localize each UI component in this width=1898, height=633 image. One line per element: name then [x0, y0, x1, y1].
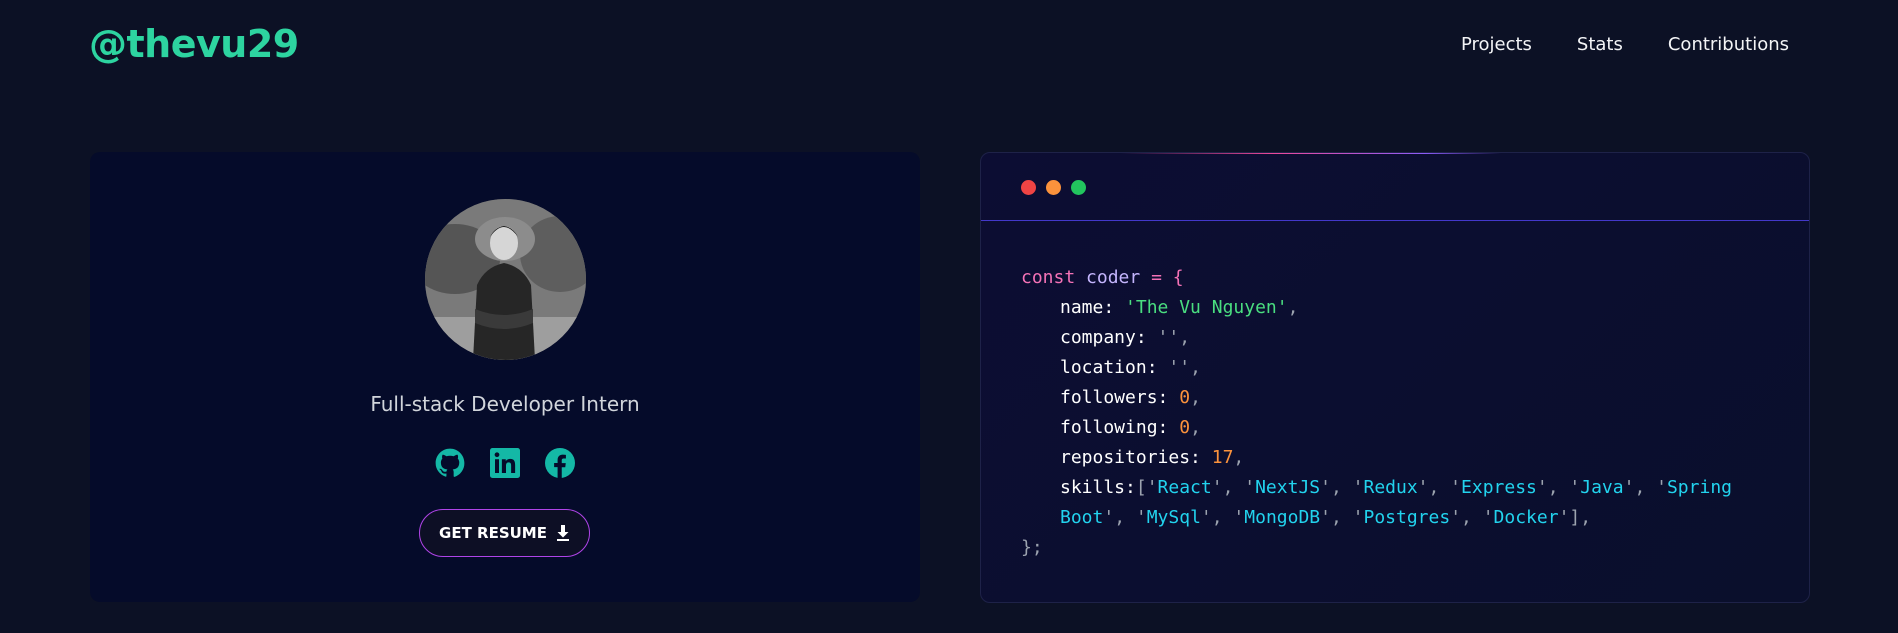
skill-item: Express [1461, 477, 1537, 498]
code-line-following: following: 0, [1060, 417, 1201, 438]
code-line-followers: followers: 0, [1060, 387, 1201, 408]
nav-stats[interactable]: Stats [1577, 34, 1623, 55]
code-line-skills: skills:['React', 'NextJS', 'Redux', 'Exp… [1060, 477, 1732, 528]
code-value-followers: 0 [1179, 387, 1191, 408]
header: @thevu29 Projects Stats Contributions [0, 0, 1898, 92]
code-key-followers: followers: [1060, 387, 1169, 408]
skill-item: MySql [1146, 507, 1201, 528]
skill-item: NextJS [1255, 477, 1321, 498]
code-line-location: location: '', [1060, 357, 1201, 378]
code-key-name: name: [1060, 297, 1115, 318]
code-close: }; [1021, 537, 1043, 558]
profile-card: Full-stack Developer Intern GET RESUME [90, 152, 920, 602]
social-links [90, 448, 920, 478]
site-logo[interactable]: @thevu29 [89, 22, 299, 66]
github-icon [435, 448, 465, 477]
resume-label: GET RESUME [439, 524, 547, 542]
nav-contributions[interactable]: Contributions [1668, 34, 1789, 55]
code-key-repositories: repositories: [1060, 447, 1201, 468]
main-nav: Projects Stats Contributions [1461, 34, 1789, 55]
linkedin-icon [490, 448, 520, 478]
code-line-company: company: '', [1060, 327, 1191, 348]
code-window: const coder = { name: 'The Vu Nguyen', c… [980, 152, 1810, 603]
code-block: const coder = { name: 'The Vu Nguyen', c… [1021, 263, 1781, 563]
download-icon [556, 525, 569, 541]
skill-item: Docker [1493, 507, 1559, 528]
code-value-repositories: 17 [1211, 447, 1234, 468]
role-title: Full-stack Developer Intern [370, 392, 640, 416]
code-line-repositories: repositories: 17, [1060, 447, 1245, 468]
code-value-company: '' [1157, 327, 1180, 348]
code-key-location: location: [1060, 357, 1158, 378]
code-window-accent-line [1121, 153, 1501, 154]
minimize-dot-icon [1046, 180, 1061, 195]
avatar-photo [425, 199, 586, 360]
code-keyword: const [1021, 267, 1076, 288]
facebook-link[interactable] [545, 448, 575, 478]
skill-item: Java [1580, 477, 1624, 498]
code-key-following: following: [1060, 417, 1169, 438]
facebook-icon [545, 448, 575, 478]
nav-projects[interactable]: Projects [1461, 34, 1532, 55]
code-variable: coder [1086, 267, 1141, 288]
linkedin-link[interactable] [490, 448, 520, 478]
skill-item: React [1157, 477, 1212, 498]
code-line-name: name: 'The Vu Nguyen', [1060, 297, 1299, 318]
code-key-skills: skills: [1060, 477, 1136, 498]
code-value-following: 0 [1179, 417, 1191, 438]
skill-item: Postgres [1363, 507, 1451, 528]
avatar [425, 199, 586, 360]
code-value-location: '' [1168, 357, 1191, 378]
code-window-titlebar [981, 153, 1809, 221]
skill-item: Redux [1363, 477, 1418, 498]
code-open: = { [1151, 267, 1184, 288]
github-link[interactable] [435, 448, 465, 478]
maximize-dot-icon [1071, 180, 1086, 195]
code-line-declaration: const coder = { [1021, 263, 1781, 293]
close-dot-icon [1021, 180, 1036, 195]
get-resume-button[interactable]: GET RESUME [419, 509, 590, 557]
code-value-name: 'The Vu Nguyen' [1125, 297, 1288, 318]
skill-item: MongoDB [1244, 507, 1321, 528]
code-key-company: company: [1060, 327, 1147, 348]
